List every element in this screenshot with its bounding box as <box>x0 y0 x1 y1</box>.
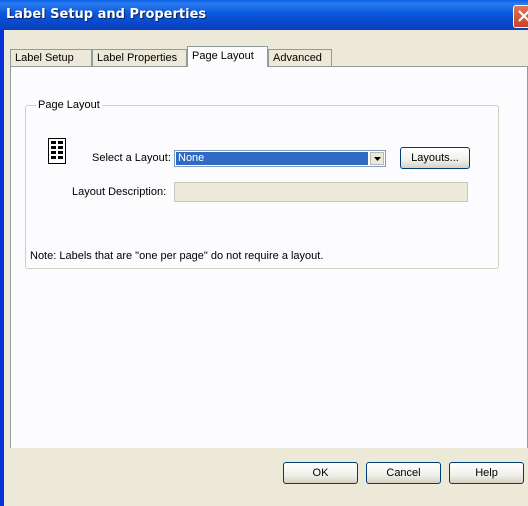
cancel-button[interactable]: Cancel <box>366 462 441 484</box>
layouts-button[interactable]: Layouts... <box>400 147 470 169</box>
select-layout-label: Select a Layout: <box>92 152 171 164</box>
close-icon <box>518 10 528 22</box>
layout-select-dropdown-button[interactable] <box>370 152 384 165</box>
title-bar[interactable]: Label Setup and Properties <box>0 0 528 30</box>
group-title: Page Layout <box>36 99 102 111</box>
tab-page-layout[interactable]: Page Layout <box>187 46 268 67</box>
close-button[interactable] <box>513 5 528 28</box>
help-button[interactable]: Help <box>449 462 524 484</box>
layout-description-label: Layout Description: <box>72 186 167 198</box>
dialog-window: Label Setup and Properties Label Setup L… <box>0 0 528 506</box>
layout-description-field <box>174 182 468 202</box>
chevron-down-icon <box>374 157 381 161</box>
tab-label-properties[interactable]: Label Properties <box>92 49 187 66</box>
layout-note: Note: Labels that are "one per page" do … <box>30 250 324 262</box>
window-title: Label Setup and Properties <box>6 7 207 22</box>
ok-button[interactable]: OK <box>283 462 358 484</box>
layout-select[interactable]: None <box>174 150 386 167</box>
tab-label-setup[interactable]: Label Setup <box>10 49 92 66</box>
tab-advanced[interactable]: Advanced <box>268 49 332 66</box>
page-layout-group: Page Layout Select a Layout: None Layout… <box>25 99 499 269</box>
page-layout-panel: Page Layout Select a Layout: None Layout… <box>10 66 528 466</box>
layout-grid-icon <box>48 138 66 164</box>
dialog-client-area: Label Setup Label Properties Page Layout… <box>4 30 528 506</box>
layout-select-value: None <box>176 152 368 165</box>
dialog-button-bar: OK Cancel Help <box>4 448 528 506</box>
